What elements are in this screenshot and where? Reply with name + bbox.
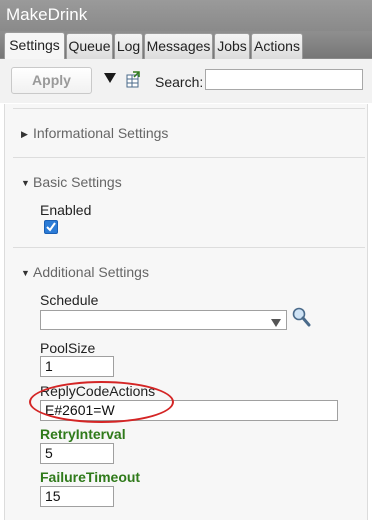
- dropdown-triangle-icon[interactable]: [103, 72, 117, 87]
- section-title: Informational Settings: [33, 125, 169, 141]
- section-informational-settings[interactable]: ▶ Informational Settings: [21, 125, 168, 141]
- divider: [13, 157, 365, 158]
- reply-code-actions-input[interactable]: E#2601=W: [40, 400, 338, 421]
- schedule-label: Schedule: [40, 292, 99, 308]
- chevron-down-icon: ▼: [21, 178, 30, 188]
- pool-size-input[interactable]: 1: [40, 356, 114, 377]
- tab-bar: Settings Queue Log Messages Jobs Actions: [0, 31, 372, 60]
- tab-queue[interactable]: Queue: [66, 33, 113, 59]
- retry-interval-label: RetryInterval: [40, 426, 126, 442]
- enabled-checkbox[interactable]: [44, 220, 58, 234]
- tab-actions[interactable]: Actions: [251, 33, 303, 59]
- retry-interval-input[interactable]: 5: [40, 443, 114, 464]
- apply-button[interactable]: Apply: [11, 67, 92, 94]
- tab-log[interactable]: Log: [114, 33, 143, 59]
- chevron-down-icon[interactable]: [270, 316, 282, 331]
- search-input[interactable]: [205, 69, 363, 90]
- divider: [13, 247, 365, 248]
- chevron-right-icon: ▶: [21, 129, 28, 139]
- chevron-down-icon: ▼: [21, 268, 30, 278]
- tab-settings[interactable]: Settings: [4, 32, 65, 60]
- section-basic-settings[interactable]: ▼ Basic Settings: [21, 174, 122, 190]
- section-title: Basic Settings: [33, 174, 122, 190]
- tab-jobs[interactable]: Jobs: [214, 33, 250, 59]
- section-title: Additional Settings: [33, 264, 149, 280]
- window-title: MakeDrink: [0, 0, 372, 31]
- schedule-select[interactable]: [40, 310, 287, 330]
- export-table-icon[interactable]: [124, 71, 142, 92]
- failure-timeout-label: FailureTimeout: [40, 469, 141, 485]
- search-label: Search:: [155, 74, 204, 90]
- failure-timeout-input[interactable]: 15: [40, 486, 114, 507]
- settings-panel: ▶ Informational Settings ▼ Basic Settings …: [4, 104, 368, 520]
- checkmark-icon: [46, 222, 56, 232]
- section-additional-settings[interactable]: ▼ Additional Settings: [21, 264, 149, 280]
- enabled-label: Enabled: [40, 202, 92, 218]
- search-icon[interactable]: [291, 306, 311, 331]
- divider: [13, 108, 365, 109]
- toolbar: Apply Search:: [0, 59, 372, 103]
- reply-code-actions-label: ReplyCodeActions: [40, 383, 156, 399]
- pool-size-label: PoolSize: [40, 340, 96, 356]
- tab-messages[interactable]: Messages: [144, 33, 213, 59]
